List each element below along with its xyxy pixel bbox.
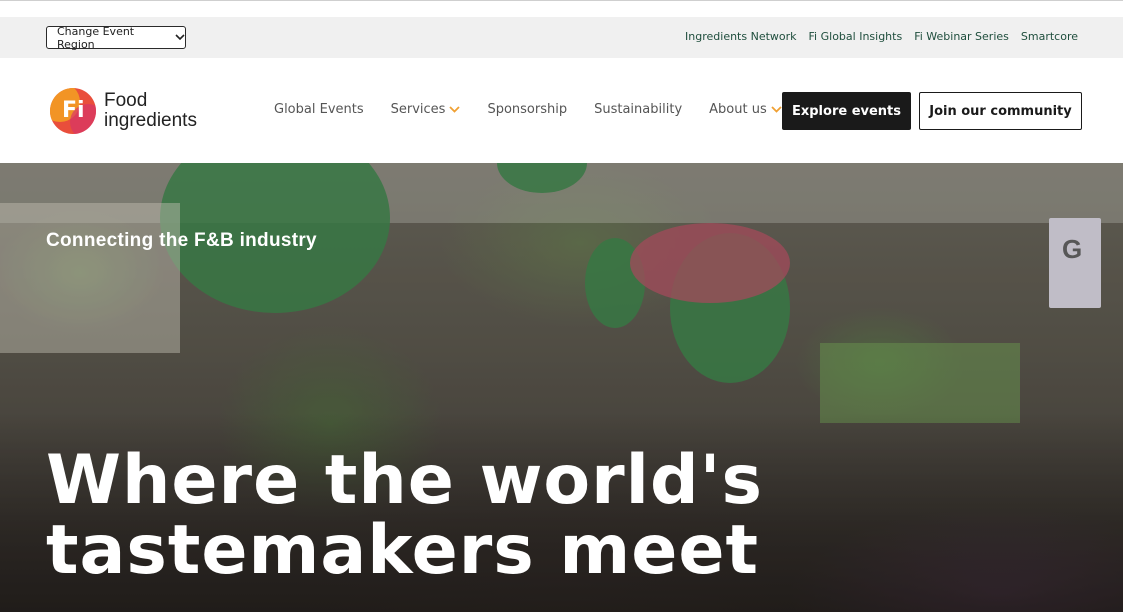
hero-headline: Where the world's tastemakers meet <box>46 441 763 590</box>
nav-item-label: Sustainability <box>594 102 683 117</box>
nav-item-sponsorship[interactable]: Sponsorship <box>487 102 567 117</box>
region-button-label: Change Event Region <box>57 24 135 51</box>
link-ingredients-network[interactable]: Ingredients Network <box>685 30 797 43</box>
logo-line-2: ingredients <box>104 110 197 131</box>
site-logo[interactable]: Fi Food ingredients <box>50 88 197 134</box>
chevron-down-icon <box>449 106 461 113</box>
change-event-region-button[interactable]: Change Event Region <box>46 24 186 51</box>
chevron-down-icon <box>175 34 185 41</box>
nav-item-sustainability[interactable]: Sustainability <box>594 102 682 117</box>
logo-wordmark: Food ingredients <box>104 91 197 131</box>
hero-banner: G Connecting the F&B industry Where the … <box>0 163 1123 612</box>
join-community-button[interactable]: Join our community <box>919 92 1082 130</box>
logo-mark-text: Fi <box>62 98 85 123</box>
nav-item-services[interactable]: Services <box>391 102 461 117</box>
primary-navigation: Global Events Services Sponsorship Susta… <box>274 102 809 117</box>
chevron-down-icon <box>771 106 782 113</box>
utility-bar: Change Event Region Ingredients Network … <box>0 17 1123 58</box>
nav-item-label: Sponsorship <box>487 102 568 117</box>
link-smartcore[interactable]: Smartcore <box>1021 30 1078 43</box>
fi-logo-icon: Fi <box>50 88 96 134</box>
nav-item-label: Global Events <box>274 102 364 117</box>
link-fi-webinar-series[interactable]: Fi Webinar Series <box>914 30 1009 43</box>
utility-links: Ingredients Network Fi Global Insights F… <box>685 30 1078 43</box>
hero-tagline: Connecting the F&B industry <box>46 230 317 251</box>
logo-line-1: Food <box>104 90 148 111</box>
nav-item-label: About us <box>709 102 767 117</box>
main-header: Fi Food ingredients Global Events Servic… <box>0 58 1123 163</box>
nav-item-about-us[interactable]: About us <box>709 102 782 117</box>
nav-item-label: Services <box>390 102 446 117</box>
top-spacer <box>0 0 1123 17</box>
nav-item-global-events[interactable]: Global Events <box>274 102 364 117</box>
link-fi-global-insights[interactable]: Fi Global Insights <box>809 30 903 43</box>
explore-events-button[interactable]: Explore events <box>782 92 911 130</box>
